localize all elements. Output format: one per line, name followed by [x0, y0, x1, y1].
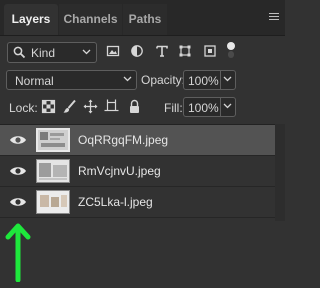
layer-name: ZC5Lka-l.jpeg [78, 195, 153, 209]
fill-value: 100% [188, 101, 219, 115]
layer-name: RmVcjnvU.jpeg [78, 164, 161, 178]
layer-row[interactable]: ZC5Lka-l.jpeg [0, 187, 275, 218]
lock-all-icon[interactable] [127, 99, 142, 114]
shape-filter-icon[interactable] [178, 44, 192, 58]
lock-transparent-pixels-icon[interactable] [41, 99, 56, 114]
chevron-down-icon[interactable] [223, 74, 232, 83]
layer-name: OqRRgqFM.jpeg [78, 133, 169, 147]
layer-thumbnail [36, 190, 70, 214]
lock-image-pixels-icon[interactable] [62, 99, 77, 114]
opacity-input[interactable]: 100% [183, 70, 236, 90]
smart-object-filter-icon[interactable] [203, 44, 217, 58]
opacity-value: 100% [188, 74, 219, 88]
image-filter-icon[interactable] [106, 44, 120, 58]
kind-label: Kind [31, 46, 56, 60]
blend-mode-value: Normal [15, 74, 54, 88]
eye-icon[interactable] [9, 196, 27, 208]
fill-label: Fill: [164, 101, 183, 115]
filter-toggle-icon[interactable] [226, 41, 236, 59]
layers-panel: Layers Channels Paths Kind Normal Opacit… [0, 0, 285, 288]
panel-tab-bar: Layers Channels Paths [0, 0, 285, 36]
tab-layers[interactable]: Layers [4, 4, 58, 35]
green-arrow-annotation [5, 223, 31, 282]
fill-input[interactable]: 100% [183, 97, 236, 117]
adjustment-filter-icon[interactable] [130, 44, 144, 58]
layer-list: OqRRgqFM.jpeg RmVcjnvU.jpeg ZC5Lka-l.jpe… [0, 124, 285, 221]
type-filter-icon[interactable] [155, 44, 169, 58]
tab-paths[interactable]: Paths [123, 4, 167, 35]
lock-position-icon[interactable] [83, 99, 98, 114]
chevron-down-icon [123, 76, 132, 82]
panel-menu-icon[interactable] [269, 13, 279, 22]
chevron-down-icon[interactable] [223, 101, 232, 110]
layer-list-scrollbar[interactable] [275, 124, 285, 221]
layer-row[interactable]: OqRRgqFM.jpeg [0, 125, 275, 156]
search-icon [13, 46, 26, 59]
layer-thumbnail [36, 159, 70, 183]
eye-icon[interactable] [9, 134, 27, 146]
tab-channels[interactable]: Channels [59, 4, 122, 35]
lock-artboard-icon[interactable] [104, 99, 119, 114]
opacity-label: Opacity: [141, 73, 186, 87]
lock-label: Lock: [9, 101, 38, 115]
blend-mode-select[interactable]: Normal [6, 70, 137, 90]
layer-filter-kind-select[interactable]: Kind [7, 42, 97, 63]
eye-icon[interactable] [9, 165, 27, 177]
chevron-down-icon [82, 49, 91, 55]
layer-thumbnail [36, 128, 70, 152]
layer-row[interactable]: RmVcjnvU.jpeg [0, 156, 275, 187]
